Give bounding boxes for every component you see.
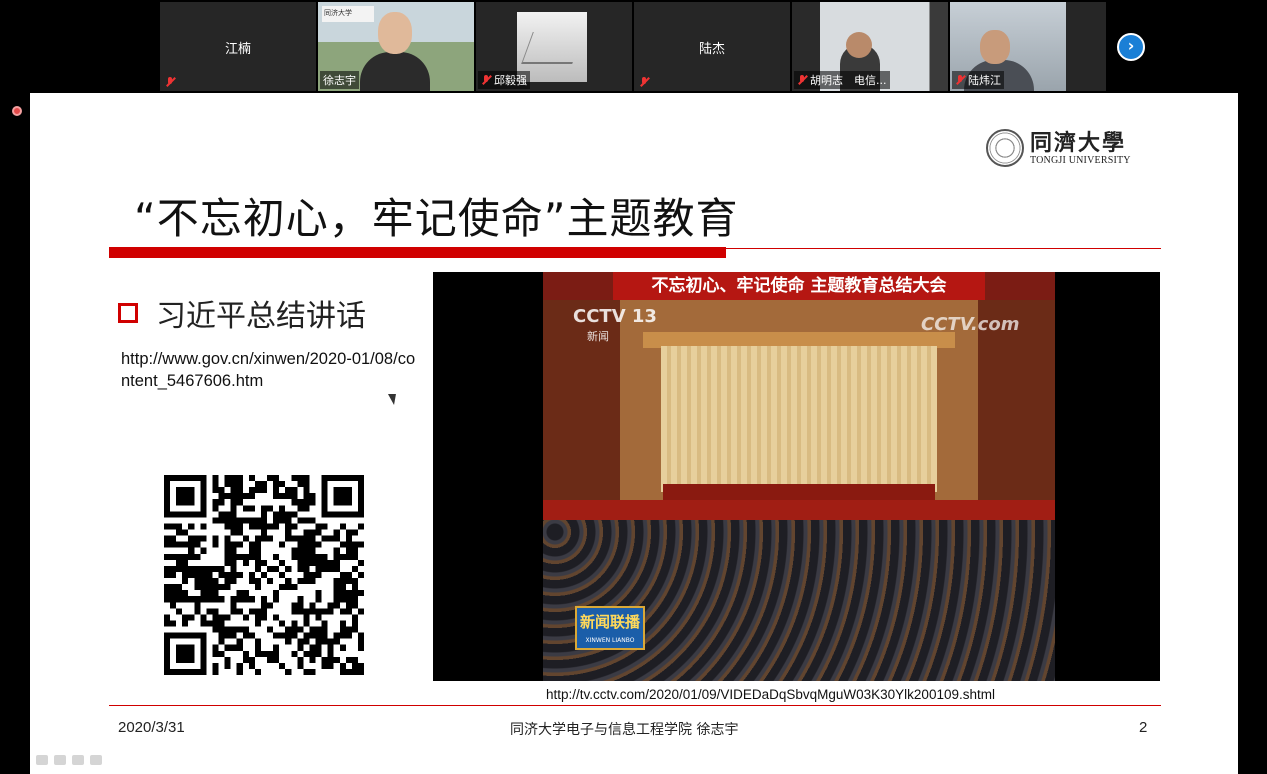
participant-name: 陆杰 xyxy=(698,42,725,57)
pen-icon[interactable] xyxy=(54,755,66,765)
channel-sub: 新闻 xyxy=(587,330,609,343)
participant-tile[interactable]: 江楠 xyxy=(160,2,316,91)
bullet-item: 习近平总结讲话 xyxy=(118,291,366,335)
footer-author: 同济大学电子与信息工程学院 徐志宇 xyxy=(510,722,739,738)
participant-tile[interactable]: 胡明志 电信... xyxy=(792,2,948,91)
participant-label: 邱毅强 xyxy=(478,71,530,89)
program-name-en: XINWEN LIANBO xyxy=(585,637,635,644)
participant-name: 江楠 xyxy=(224,42,251,57)
university-seal-icon xyxy=(986,129,1024,167)
logo-text-en: TONGJI UNIVERSITY xyxy=(1030,154,1131,166)
cctv-link[interactable]: http://tv.cctv.com/2020/01/09/VIDEDaDqSb… xyxy=(546,687,995,702)
bullet-text: 习近平总结讲话 xyxy=(156,299,366,334)
prev-slide-icon[interactable] xyxy=(36,755,48,765)
participant-name: 徐志宇 xyxy=(323,74,356,87)
menu-icon[interactable] xyxy=(72,755,84,765)
participant-tile[interactable]: 陆炜江 xyxy=(950,2,1106,91)
participant-tile[interactable]: 邱毅强 xyxy=(476,2,632,91)
participant-label: 陆炜江 xyxy=(952,71,1004,89)
shared-slide: 同濟大學 TONGJI UNIVERSITY “不忘初心，牢记使命”主题教育 习… xyxy=(30,93,1238,774)
next-slide-icon[interactable] xyxy=(90,755,102,765)
next-page-button[interactable]: › xyxy=(1117,33,1145,61)
mic-muted-icon xyxy=(797,75,807,85)
audience xyxy=(543,520,1055,681)
participant-tile[interactable]: 陆杰 xyxy=(634,2,790,91)
video-frame: 不忘初心、牢记使命 主题教育总结大会 CCTV 13 新闻 CCTV.com 新… xyxy=(433,272,1160,681)
university-logo: 同濟大學 TONGJI UNIVERSITY xyxy=(986,129,1131,167)
slideshow-toolbar xyxy=(36,755,102,765)
cctv-watermark: CCTV.com xyxy=(921,314,1020,335)
mic-muted-icon xyxy=(481,75,491,85)
video-banner: 不忘初心、牢记使命 主题教育总结大会 xyxy=(613,272,985,300)
program-logo: 新闻联播 XINWEN LIANBO xyxy=(575,606,645,650)
mic-muted-icon xyxy=(165,77,175,87)
bullet-square-icon xyxy=(118,303,138,323)
stage-curtain xyxy=(661,346,937,492)
participant-name: 陆炜江 xyxy=(968,74,1001,87)
logo-text-cn: 同濟大學 xyxy=(1030,129,1127,156)
qr-code xyxy=(164,475,364,675)
participant-tile-active[interactable]: 同济大学 徐志宇 xyxy=(318,2,474,91)
footer-divider xyxy=(109,705,1161,706)
recording-indicator-icon xyxy=(12,106,22,116)
participant-label: 徐志宇 xyxy=(320,71,359,89)
footer-date: 2020/3/31 xyxy=(118,719,185,736)
title-underline xyxy=(109,248,1161,249)
participant-name: 胡明志 电信... xyxy=(810,74,887,87)
mic-muted-icon xyxy=(639,77,649,87)
chevron-right-icon: › xyxy=(1127,36,1135,55)
channel-logo: CCTV 13 xyxy=(573,306,657,327)
broadcast-image: 不忘初心、牢记使命 主题教育总结大会 CCTV 13 新闻 CCTV.com 新… xyxy=(543,272,1055,681)
participant-label: 胡明志 电信... xyxy=(794,71,890,89)
logo-text: 同濟大學 TONGJI UNIVERSITY xyxy=(1030,131,1131,166)
mic-muted-icon xyxy=(955,75,965,85)
program-name: 新闻联播 xyxy=(579,613,640,631)
meeting-window: 江楠 同济大学 徐志宇 邱毅强 陆杰 胡明志 电信... 陆炜江 › 同濟大學 … xyxy=(0,0,1267,774)
gov-link[interactable]: http://www.gov.cn/xinwen/2020-01/08/cont… xyxy=(121,348,421,392)
participant-name: 邱毅强 xyxy=(494,74,527,87)
slide-title: “不忘初心，牢记使命”主题教育 xyxy=(134,194,739,243)
page-number: 2 xyxy=(1139,719,1148,736)
participant-strip: 江楠 同济大学 徐志宇 邱毅强 陆杰 胡明志 电信... 陆炜江 xyxy=(160,2,1110,91)
